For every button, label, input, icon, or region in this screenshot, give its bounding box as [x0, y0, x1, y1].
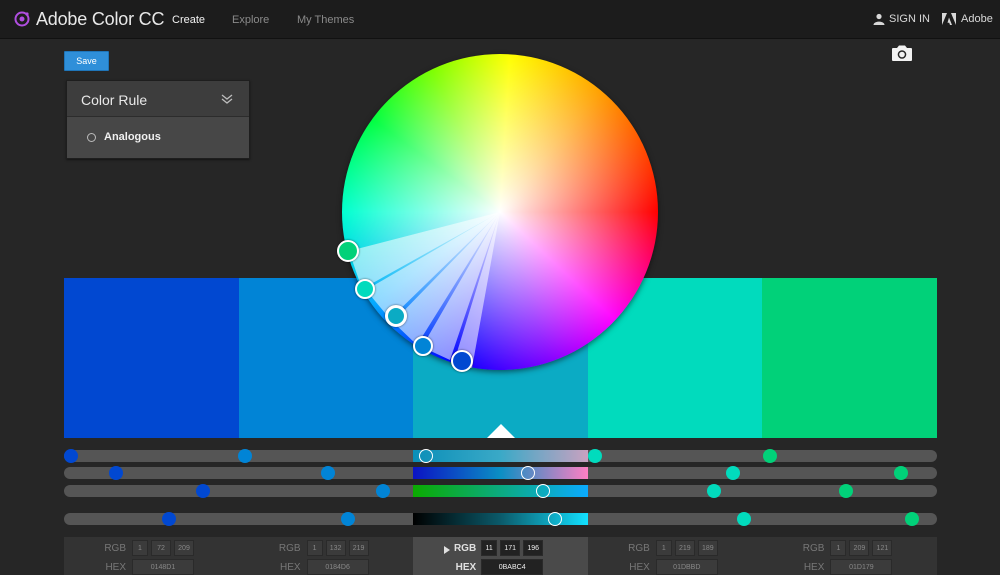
b-value[interactable]: 189 — [697, 540, 718, 556]
b-value[interactable]: 196 — [523, 540, 544, 556]
slider-dot[interactable] — [341, 512, 355, 526]
slider-dot[interactable] — [707, 484, 721, 498]
sign-in-link[interactable]: SIGN IN — [873, 13, 930, 25]
user-icon — [873, 13, 885, 25]
adobe-icon — [942, 13, 956, 25]
nav-explore[interactable]: Explore — [232, 14, 269, 26]
swatch-1[interactable] — [64, 278, 239, 438]
rgb-label: RGB — [104, 543, 126, 554]
hex-value[interactable]: 0BABC4 — [481, 559, 544, 575]
values-column-2: RGB 1 132 219 HEX 0184D6 — [239, 537, 414, 575]
wheel-handle-3-base[interactable] — [385, 305, 407, 327]
slider-handle-active[interactable] — [419, 449, 433, 463]
save-button[interactable]: Save — [64, 51, 109, 71]
hex-label: HEX — [455, 562, 477, 573]
slider-dot[interactable] — [726, 466, 740, 480]
wheel-handle-5[interactable] — [337, 240, 359, 262]
r-value[interactable]: 1 — [132, 540, 148, 556]
r-value[interactable]: 11 — [481, 540, 498, 556]
wheel-handle-2[interactable] — [413, 336, 433, 356]
hex-value[interactable]: 0184D6 — [306, 559, 369, 575]
color-wheel[interactable] — [337, 54, 658, 372]
values-column-5: RGB 1 209 121 HEX 01D179 — [762, 537, 937, 575]
nav-create[interactable]: Create — [172, 14, 205, 26]
b-value[interactable]: 219 — [348, 540, 369, 556]
hex-label: HEX — [629, 562, 650, 573]
rgb-label: RGB — [628, 543, 650, 554]
values-column-1: RGB 1 72 209 HEX 0148D1 — [64, 537, 239, 575]
app-title[interactable]: Adobe Color CC — [36, 9, 164, 30]
wheel-handle-4[interactable] — [355, 279, 375, 299]
values-column-3-active: RGB 11 171 196 HEX 0BABC4 — [413, 537, 588, 575]
values-column-4: RGB 1 219 189 HEX 01DBBD — [588, 537, 763, 575]
slider-dot[interactable] — [109, 466, 123, 480]
swatch-5[interactable] — [762, 278, 937, 438]
rgb-label: RGB — [278, 543, 301, 554]
rule-option-analogous[interactable]: Analogous — [87, 131, 161, 143]
slider-row-3-active-segment[interactable] — [413, 485, 588, 497]
slider-handle-active[interactable] — [548, 512, 562, 526]
camera-icon[interactable] — [891, 44, 913, 62]
r-value[interactable]: 1 — [830, 540, 847, 556]
slider-dot[interactable] — [763, 449, 777, 463]
slider-dot[interactable] — [196, 484, 210, 498]
g-value[interactable]: 132 — [325, 540, 346, 556]
hex-value[interactable]: 01DBBD — [655, 559, 718, 575]
color-rule-panel: Color Rule Analogous — [66, 80, 250, 159]
slider-dot[interactable] — [162, 512, 176, 526]
adobe-color-logo-icon — [14, 11, 30, 27]
slider-dot[interactable] — [905, 512, 919, 526]
slider-dot[interactable] — [839, 484, 853, 498]
slider-dot[interactable] — [588, 449, 602, 463]
color-rule-title: Color Rule — [81, 92, 148, 108]
b-value[interactable]: 121 — [872, 540, 893, 556]
hex-value[interactable]: 0148D1 — [132, 559, 194, 575]
slider-handle-active[interactable] — [521, 466, 535, 480]
slider-row-1-active-segment[interactable] — [413, 450, 588, 462]
r-value[interactable]: 1 — [306, 540, 323, 556]
slider-handle-active[interactable] — [536, 484, 550, 498]
adobe-link[interactable]: Adobe — [942, 13, 993, 25]
hex-label: HEX — [105, 562, 126, 573]
slider-row-2-red[interactable] — [64, 466, 937, 480]
g-value[interactable]: 209 — [849, 540, 870, 556]
slider-dot[interactable] — [321, 466, 335, 480]
slider-row-3-green[interactable] — [64, 484, 937, 498]
b-value[interactable]: 209 — [174, 540, 194, 556]
r-value[interactable]: 1 — [655, 540, 672, 556]
g-value[interactable]: 219 — [674, 540, 695, 556]
slider-dot[interactable] — [894, 466, 908, 480]
g-value[interactable]: 171 — [500, 540, 521, 556]
hex-label: HEX — [280, 562, 301, 573]
wheel-handle-1[interactable] — [451, 350, 473, 372]
radio-icon[interactable] — [87, 132, 96, 142]
rgb-label: RGB — [802, 543, 825, 554]
rgb-label: RGB — [453, 543, 477, 554]
sign-in-label: SIGN IN — [889, 13, 930, 25]
color-rule-header[interactable]: Color Rule — [67, 81, 249, 117]
slider-row-1[interactable] — [64, 449, 937, 463]
slider-dot[interactable] — [376, 484, 390, 498]
rule-option-label: Analogous — [104, 131, 161, 143]
slider-dot[interactable] — [238, 449, 252, 463]
active-swatch-pointer-icon — [487, 424, 515, 438]
slider-dot[interactable] — [737, 512, 751, 526]
hex-value[interactable]: 01D179 — [830, 559, 893, 575]
slider-dot[interactable] — [64, 449, 78, 463]
adobe-label: Adobe — [961, 13, 993, 25]
g-value[interactable]: 72 — [151, 540, 171, 556]
nav-my-themes[interactable]: My Themes — [297, 14, 354, 26]
top-bar: Adobe Color CC Create Explore My Themes … — [0, 0, 1000, 39]
double-chevron-down-icon[interactable] — [221, 93, 233, 105]
slider-row-2-active-segment[interactable] — [413, 467, 588, 479]
color-values-panel: RGB 1 72 209 HEX 0148D1 RGB 1 132 219 HE… — [64, 537, 937, 575]
hex-label: HEX — [803, 562, 825, 573]
slider-row-4-blue[interactable] — [64, 512, 937, 526]
